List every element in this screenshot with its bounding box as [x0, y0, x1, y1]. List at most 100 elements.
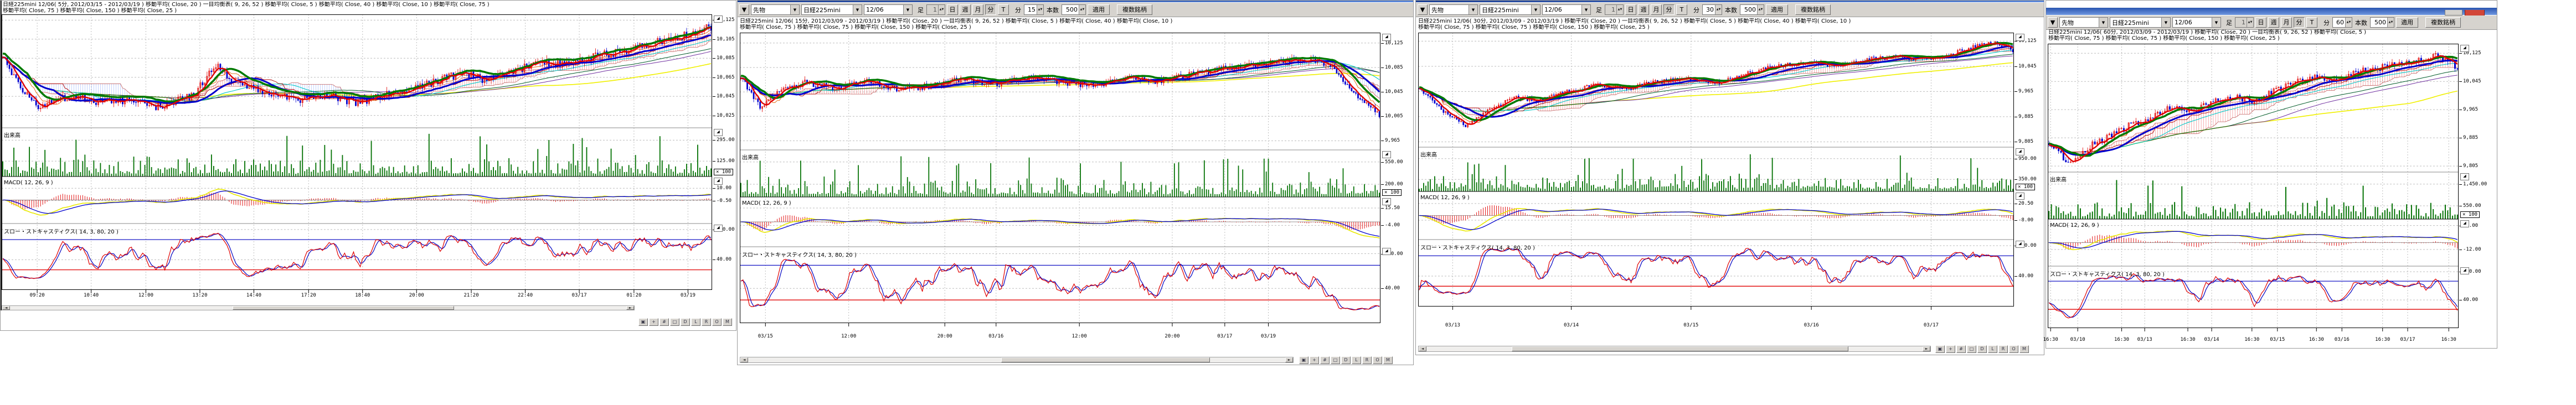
chart-tool-button-5[interactable]: L [1352, 356, 1361, 364]
bar-count-spinner[interactable]: 500▲▼ [1740, 4, 1764, 15]
instrument-category-select[interactable]: 先物▼ [2059, 17, 2108, 28]
spinner-arrows-icon[interactable]: ▲▼ [1616, 5, 1623, 14]
contract-month-select[interactable]: 12/06▼ [864, 4, 913, 15]
chevron-down-icon[interactable]: ▼ [1581, 5, 1590, 14]
scrollbar-thumb[interactable] [1001, 357, 1210, 362]
section-collapse-button[interactable]: ◢ [2016, 193, 2024, 200]
chart-tool-button-8[interactable]: M [723, 318, 732, 326]
bar-count-spinner[interactable]: 500▲▼ [2370, 17, 2394, 28]
period-button-1[interactable]: 週 [2268, 17, 2279, 28]
contract-month-select[interactable]: 12/06▼ [2172, 17, 2221, 28]
chart-tool-button-1[interactable]: + [1310, 356, 1319, 364]
symbol-select[interactable]: 日経225mini▼ [2110, 17, 2171, 28]
scroll-right-button[interactable]: ► [626, 306, 634, 310]
symbol-select[interactable]: 日経225mini▼ [801, 4, 862, 15]
chart-tool-button-7[interactable]: O [1373, 356, 1382, 364]
section-collapse-button[interactable]: ◢ [2016, 241, 2024, 248]
chart-plot-area[interactable] [1418, 33, 2014, 310]
chevron-down-icon[interactable]: ▼ [2099, 18, 2108, 27]
chart-tool-button-0[interactable]: ▣ [638, 318, 648, 326]
chart-plot-area[interactable] [2048, 44, 2459, 332]
chart-plot-area[interactable] [740, 33, 1380, 327]
chart-tool-button-6[interactable]: R [1998, 345, 2008, 353]
minutes-spinner[interactable]: 30▲▼ [1702, 4, 1722, 15]
section-collapse-button[interactable]: ◢ [2460, 45, 2469, 52]
period-button-0[interactable]: 日 [947, 4, 958, 15]
horizontal-scrollbar[interactable]: ◄► [1418, 346, 1931, 352]
horizontal-scrollbar[interactable]: ◄► [740, 357, 1294, 363]
chart-tool-button-0[interactable]: ▣ [1935, 345, 1945, 353]
scroll-left-button[interactable]: ◄ [1419, 346, 1426, 351]
chart-tool-button-4[interactable]: D [681, 318, 690, 326]
period-button-4[interactable]: T [998, 4, 1009, 15]
section-collapse-button[interactable]: ◢ [2460, 173, 2469, 180]
window-titlebar[interactable] [2046, 8, 2497, 15]
section-collapse-button[interactable]: ◢ [714, 225, 723, 232]
section-collapse-button[interactable]: ◢ [714, 178, 723, 185]
chart-tool-button-8[interactable]: M [1383, 356, 1393, 364]
minutes-spinner[interactable]: 15▲▼ [1024, 4, 1044, 15]
period-button-1[interactable]: 週 [1638, 4, 1649, 15]
chart-tool-button-4[interactable]: D [1977, 345, 1987, 353]
chart-tool-button-5[interactable]: L [1988, 345, 1997, 353]
section-collapse-button[interactable]: ◢ [2460, 267, 2469, 274]
section-collapse-button[interactable]: ◢ [2460, 220, 2469, 227]
chevron-down-icon[interactable]: ▼ [739, 4, 749, 15]
chart-tool-button-1[interactable]: + [649, 318, 658, 326]
scroll-left-button[interactable]: ◄ [740, 357, 748, 362]
symbol-select[interactable]: 日経225mini▼ [1480, 4, 1541, 15]
period-button-2[interactable]: 月 [2281, 17, 2292, 28]
period-button-4[interactable]: T [2306, 17, 2317, 28]
section-collapse-button[interactable]: ◢ [2016, 148, 2024, 155]
bar-multiple-spinner[interactable]: 1▲▼ [926, 4, 945, 15]
period-button-2[interactable]: 月 [1651, 4, 1662, 15]
chart-tool-button-7[interactable]: O [2009, 345, 2018, 353]
chevron-down-icon[interactable]: ▼ [1469, 5, 1477, 14]
chart-plot-area[interactable] [2, 14, 712, 294]
chart-tool-button-4[interactable]: D [1341, 356, 1351, 364]
period-button-3[interactable]: 分 [1663, 4, 1675, 15]
apply-button[interactable]: 適用 [2396, 17, 2418, 28]
instrument-category-select[interactable]: 先物▼ [751, 4, 800, 15]
scroll-right-button[interactable]: ► [1923, 346, 1930, 351]
section-collapse-button[interactable]: ◢ [1382, 248, 1391, 255]
bar-count-spinner[interactable]: 500▲▼ [1062, 4, 1086, 15]
chart-tool-button-1[interactable]: + [1946, 345, 1955, 353]
chart-tool-button-6[interactable]: R [702, 318, 711, 326]
period-button-0[interactable]: 日 [1625, 4, 1636, 15]
section-collapse-button[interactable]: ◢ [2016, 34, 2024, 41]
scrollbar-thumb[interactable] [1512, 346, 1848, 351]
instrument-category-select[interactable]: 先物▼ [1429, 4, 1478, 15]
chart-tool-button-8[interactable]: M [2019, 345, 2029, 353]
chevron-down-icon[interactable]: ▼ [2212, 18, 2220, 27]
period-button-3[interactable]: 分 [2294, 17, 2305, 28]
chart-tool-button-3[interactable]: □ [670, 318, 679, 326]
section-collapse-button[interactable]: ◢ [1382, 198, 1391, 205]
chart-tool-button-2[interactable]: # [660, 318, 669, 326]
scrollbar-thumb[interactable] [233, 306, 454, 310]
chart-tool-button-5[interactable]: L [691, 318, 700, 326]
multi-symbol-button[interactable]: 複数銘柄 [1117, 4, 1152, 15]
period-button-0[interactable]: 日 [2255, 17, 2266, 28]
period-button-1[interactable]: 週 [960, 4, 971, 15]
spinner-arrows-icon[interactable]: ▲▼ [938, 5, 945, 14]
period-button-4[interactable]: T [1676, 4, 1687, 15]
multi-symbol-button[interactable]: 複数銘柄 [2425, 17, 2461, 28]
spinner-arrows-icon[interactable]: ▲▼ [1715, 5, 1722, 14]
chart-tool-button-2[interactable]: # [1320, 356, 1330, 364]
chart-tool-button-2[interactable]: # [1956, 345, 1966, 353]
chart-tool-button-0[interactable]: ▣ [1299, 356, 1308, 364]
section-collapse-button[interactable]: ◢ [1382, 34, 1391, 41]
period-button-3[interactable]: 分 [985, 4, 996, 15]
contract-month-select[interactable]: 12/06▼ [1542, 4, 1591, 15]
horizontal-scrollbar[interactable]: ◄► [2, 305, 635, 310]
chart-tool-button-3[interactable]: □ [1331, 356, 1340, 364]
chevron-down-icon[interactable]: ▼ [2048, 17, 2058, 28]
section-collapse-button[interactable]: ◢ [1382, 151, 1391, 158]
period-button-2[interactable]: 月 [972, 4, 983, 15]
minutes-spinner[interactable]: 60▲▼ [2332, 17, 2352, 28]
apply-button[interactable]: 適用 [1766, 4, 1788, 15]
section-collapse-button[interactable]: ◢ [714, 129, 723, 136]
window-titlebar[interactable] [738, 1, 1413, 2]
minimize-button[interactable] [2445, 10, 2462, 15]
